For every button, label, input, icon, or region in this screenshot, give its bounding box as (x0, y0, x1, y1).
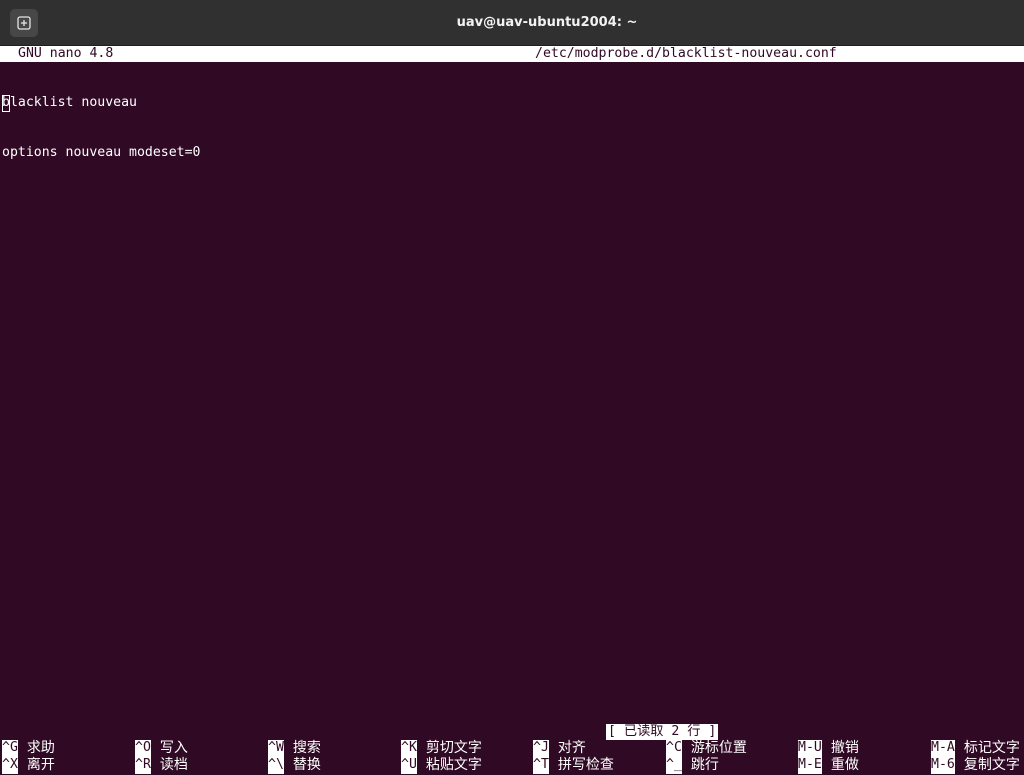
shortcut-label: 粘贴文字 (425, 757, 482, 774)
shortcut-label: 求助 (26, 740, 55, 757)
shortcut-key: ^R (135, 757, 151, 774)
shortcut-goto-line[interactable]: ^_ 跳行 (666, 757, 719, 774)
line-text: options nouveau modeset=0 (2, 144, 201, 160)
shortcut-label: 剪切文字 (425, 740, 482, 757)
shortcut-label: 拼写检查 (557, 757, 614, 774)
shortcut-bar: ^G 求助 ^O 写入 ^W 搜索 ^K 剪切文字 ^J 对齐 ^C 游标位置 M-U 撤销 … (0, 740, 1024, 775)
shortcut-replace[interactable]: ^\ 替换 (268, 757, 321, 774)
shortcut-label: 跳行 (690, 757, 719, 774)
shortcut-key: ^W (268, 740, 284, 757)
shortcut-copy[interactable]: M-6 复制文字 (931, 757, 1020, 774)
shortcut-label: 读档 (159, 757, 188, 774)
nano-version: GNU nano 4.8 (18, 46, 114, 61)
shortcut-key: ^J (533, 740, 549, 757)
line-text: lacklist nouveau (9, 95, 137, 110)
shortcut-mark[interactable]: M-A 标记文字 (931, 740, 1020, 757)
status-message: [ 已读取 2 行 ] (606, 724, 719, 740)
shortcut-key: ^\ (268, 757, 284, 774)
shortcut-key: ^O (135, 740, 151, 757)
shortcut-key: M-A (931, 740, 955, 757)
shortcut-key: ^X (2, 757, 18, 774)
shortcut-label: 离开 (26, 757, 55, 774)
shortcut-key: M-E (798, 757, 822, 774)
text-cursor: b (2, 95, 10, 112)
window-title: uav@uav-ubuntu2004: ~ (456, 15, 638, 30)
shortcut-label: 替换 (292, 757, 321, 774)
shortcut-redo[interactable]: M-E 重做 (798, 757, 859, 774)
shortcut-cursor-pos[interactable]: ^C 游标位置 (666, 740, 747, 757)
editor-line[interactable]: options nouveau modeset=0 (2, 145, 201, 162)
shortcut-justify[interactable]: ^J 对齐 (533, 740, 586, 757)
shortcut-cut[interactable]: ^K 剪切文字 (401, 740, 482, 757)
shortcut-key: ^K (401, 740, 417, 757)
shortcut-label: 重做 (830, 757, 859, 774)
shortcut-label: 写入 (159, 740, 188, 757)
shortcut-key: ^_ (666, 757, 682, 774)
shortcut-label: 游标位置 (690, 740, 747, 757)
shortcut-key: ^G (2, 740, 18, 757)
nano-header-bar: GNU nano 4.8 /etc/modprobe.d/blacklist-n… (0, 46, 1024, 62)
shortcut-key: ^U (401, 757, 417, 774)
editor-line[interactable]: blacklist nouveau (2, 95, 201, 112)
shortcut-read-file[interactable]: ^R 读档 (135, 757, 188, 774)
shortcut-spell-check[interactable]: ^T 拼写检查 (533, 757, 614, 774)
shortcut-exit[interactable]: ^X 离开 (2, 757, 55, 774)
shortcut-key: M-U (798, 740, 822, 757)
shortcut-key: M-6 (931, 757, 955, 774)
editor-buffer[interactable]: blacklist nouveau options nouveau modese… (2, 62, 201, 194)
window-titlebar: uav@uav-ubuntu2004: ~ (0, 0, 1024, 46)
nano-filename: /etc/modprobe.d/blacklist-nouveau.conf (535, 46, 837, 61)
shortcut-label: 对齐 (557, 740, 586, 757)
terminal-area[interactable]: GNU nano 4.8 /etc/modprobe.d/blacklist-n… (0, 46, 1024, 775)
shortcut-label: 撤销 (830, 740, 859, 757)
shortcut-help[interactable]: ^G 求助 (2, 740, 55, 757)
shortcut-write[interactable]: ^O 写入 (135, 740, 188, 757)
shortcut-label: 搜索 (292, 740, 321, 757)
shortcut-search[interactable]: ^W 搜索 (268, 740, 321, 757)
shortcut-label: 标记文字 (963, 740, 1020, 757)
shortcut-key: ^T (533, 757, 549, 774)
shortcut-key: ^C (666, 740, 682, 757)
shortcut-undo[interactable]: M-U 撤销 (798, 740, 859, 757)
shortcut-label: 复制文字 (963, 757, 1020, 774)
shortcut-paste[interactable]: ^U 粘贴文字 (401, 757, 482, 774)
